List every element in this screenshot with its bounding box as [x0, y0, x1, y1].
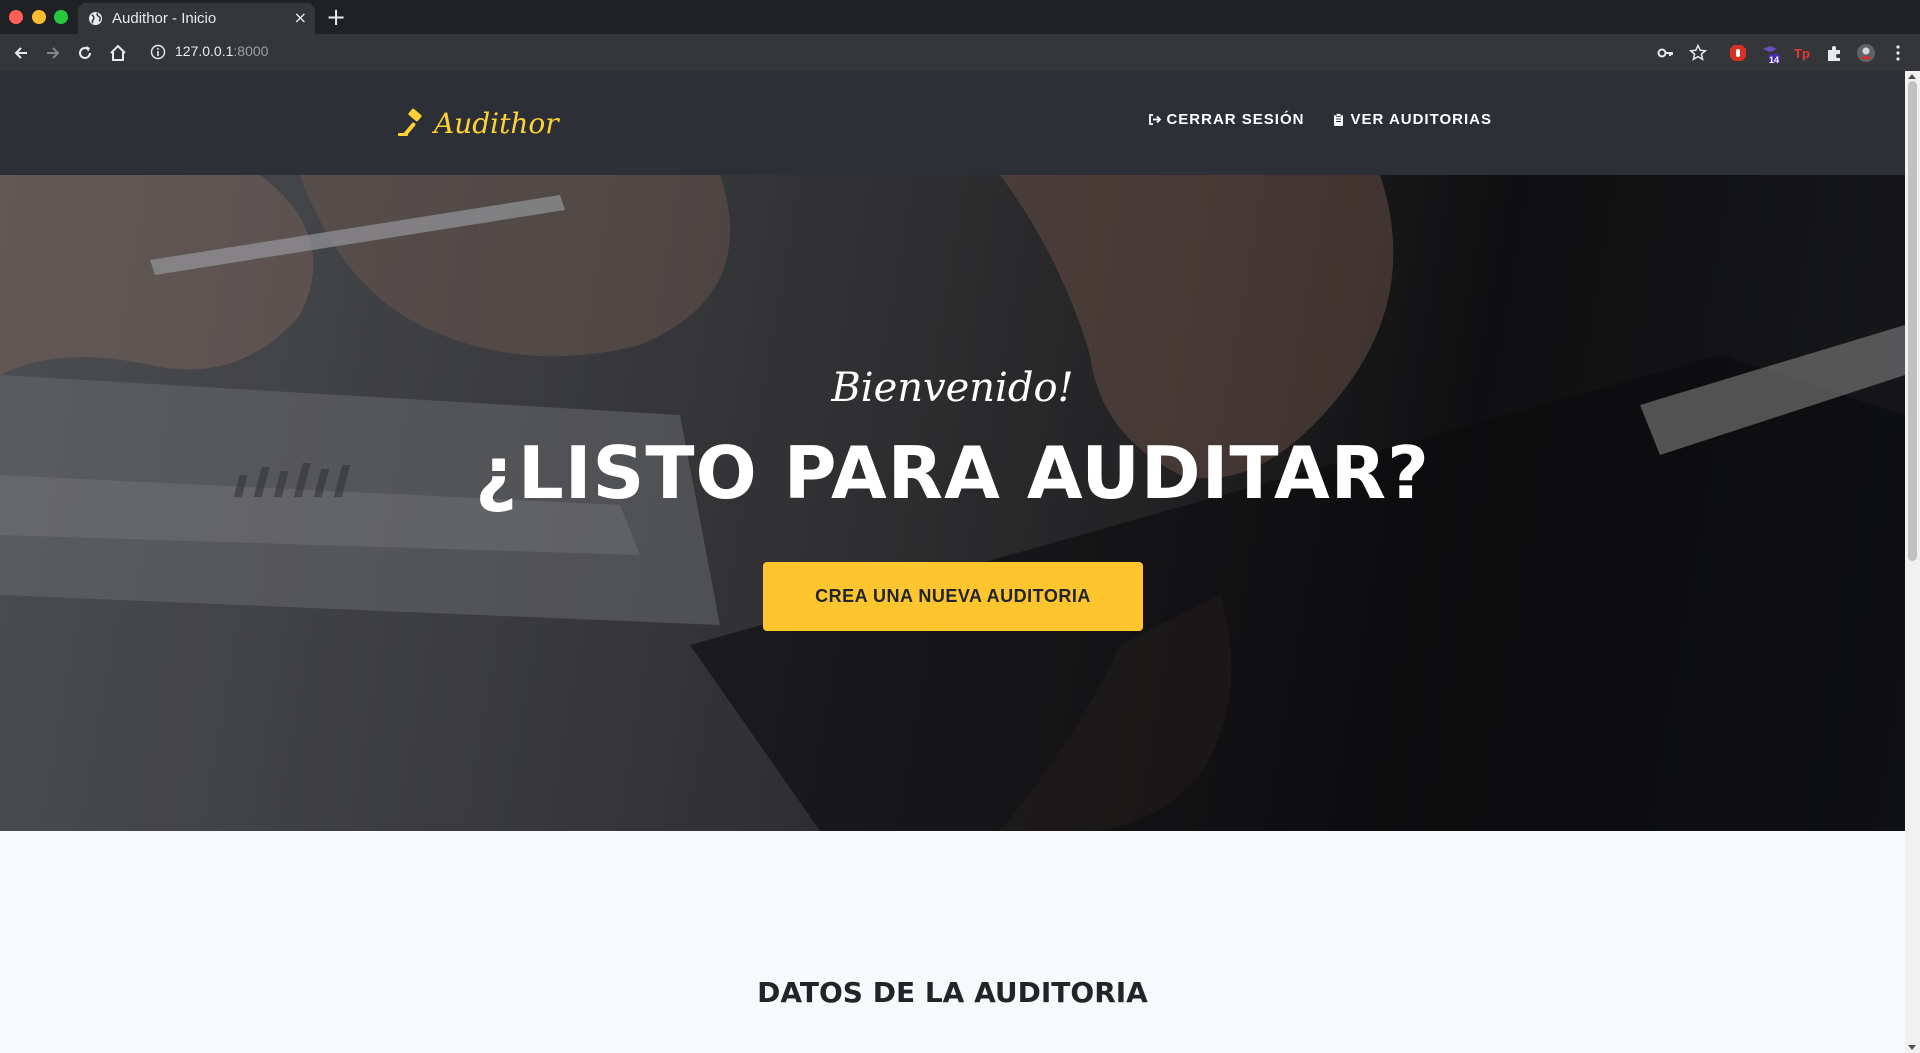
- tab-title: Audithor - Inicio: [112, 10, 217, 27]
- gavel-icon: [398, 108, 422, 137]
- page-content: Audithor CERRAR SESIÓN VER AUDITORIAS Bi…: [0, 71, 1905, 1053]
- hero-content: Bienvenido! ¿LISTO PARA AUDITAR? CREA UN…: [0, 175, 1905, 831]
- page-scrollbar[interactable]: [1905, 71, 1920, 1053]
- section-heading: DATOS DE LA AUDITORIA: [757, 976, 1148, 1009]
- home-icon[interactable]: [108, 43, 128, 63]
- site-navbar: Audithor CERRAR SESIÓN VER AUDITORIAS: [0, 71, 1905, 175]
- site-info-icon[interactable]: [150, 44, 166, 60]
- hero-section: Bienvenido! ¿LISTO PARA AUDITAR? CREA UN…: [0, 175, 1905, 831]
- scroll-up-arrow-icon[interactable]: [1908, 74, 1916, 79]
- scrollbar-thumb[interactable]: [1908, 81, 1917, 561]
- sign-out-icon: [1149, 114, 1162, 125]
- view-audits-label: VER AUDITORIAS: [1350, 111, 1492, 128]
- logout-label: CERRAR SESIÓN: [1166, 111, 1305, 128]
- back-arrow-icon[interactable]: [11, 43, 31, 63]
- create-audit-button[interactable]: CREA UNA NUEVA AUDITORIA: [763, 562, 1143, 631]
- maximize-window-button[interactable]: [54, 10, 68, 24]
- minimize-window-button[interactable]: [32, 10, 46, 24]
- browser-toolbar: 127.0.0.1:8000 14 Tp: [0, 34, 1920, 71]
- reload-icon[interactable]: [75, 43, 95, 63]
- adblock-extension-icon[interactable]: [1728, 43, 1748, 63]
- view-audits-link[interactable]: VER AUDITORIAS: [1332, 111, 1492, 128]
- clipboard-icon: [1334, 113, 1344, 126]
- profile-avatar-icon[interactable]: [1856, 43, 1876, 63]
- tp-extension-icon[interactable]: Tp: [1792, 43, 1812, 63]
- tab-close-icon[interactable]: ×: [294, 9, 307, 27]
- key-icon[interactable]: [1656, 43, 1676, 63]
- hero-subtitle: Bienvenido!: [831, 365, 1074, 411]
- puzzle-extensions-icon[interactable]: [1824, 43, 1844, 63]
- url-port: :8000: [233, 43, 269, 59]
- address-bar[interactable]: 127.0.0.1:8000: [175, 43, 268, 59]
- close-window-button[interactable]: [9, 10, 23, 24]
- brand-logo[interactable]: Audithor: [396, 105, 559, 141]
- logout-link[interactable]: CERRAR SESIÓN: [1148, 111, 1304, 128]
- forward-arrow-icon[interactable]: [43, 43, 63, 63]
- browser-menu-icon[interactable]: [1888, 43, 1908, 63]
- svg-text:Tp: Tp: [1794, 46, 1810, 61]
- hero-title: ¿LISTO PARA AUDITAR?: [475, 431, 1430, 515]
- nav-links: CERRAR SESIÓN VER AUDITORIAS: [1148, 111, 1492, 128]
- globe-icon: [88, 11, 103, 26]
- scroll-down-arrow-icon[interactable]: [1908, 1045, 1916, 1050]
- url-host: 127.0.0.1: [175, 43, 234, 59]
- browser-tab-strip: Audithor - Inicio × +: [0, 0, 1920, 34]
- new-tab-button[interactable]: +: [326, 4, 346, 30]
- extension-badge-count: 14: [1769, 55, 1780, 65]
- browser-tab-active[interactable]: Audithor - Inicio ×: [78, 3, 315, 34]
- brand-name: Audithor: [434, 106, 559, 140]
- bookmark-star-icon[interactable]: [1688, 43, 1708, 63]
